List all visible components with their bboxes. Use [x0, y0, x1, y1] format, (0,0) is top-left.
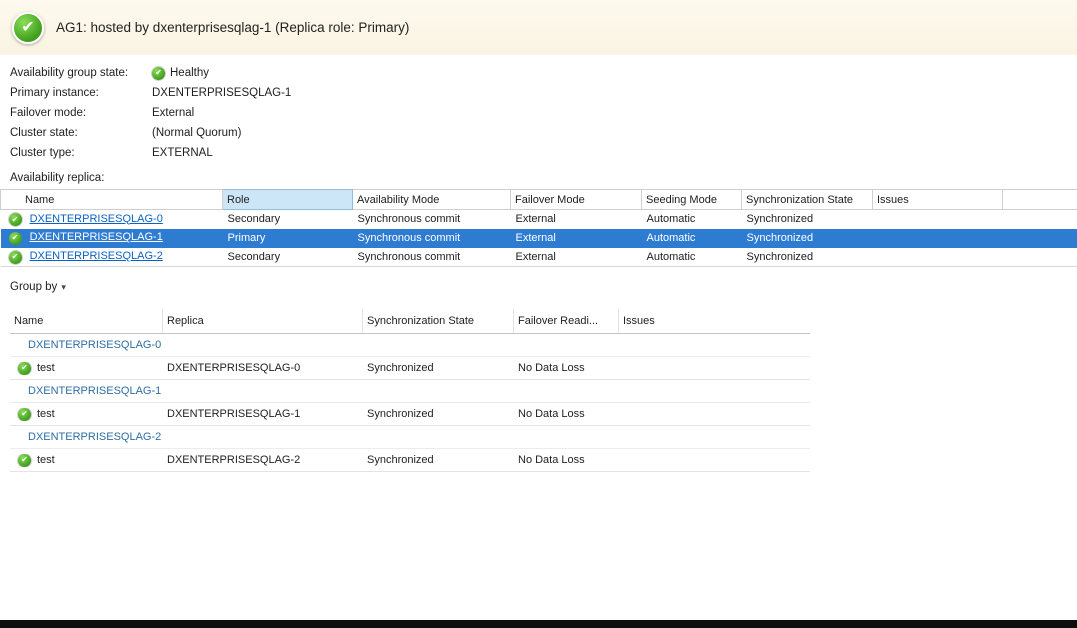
database-sync-state: Synchronized: [363, 454, 514, 466]
summary-value: (Normal Quorum): [152, 127, 241, 139]
replica-issues: [873, 210, 1003, 229]
replica-role: Primary: [223, 229, 353, 248]
ok-status-icon: ✔: [9, 251, 22, 264]
summary-row: Cluster type: EXTERNAL: [10, 143, 1077, 163]
replica-role: Secondary: [223, 210, 353, 229]
database-name: test: [37, 362, 55, 374]
replica-name-link[interactable]: DXENTERPRISESQLAG-2: [30, 250, 163, 262]
replica-issues: [873, 248, 1003, 267]
group-header-row[interactable]: DXENTERPRISESQLAG-1: [10, 380, 810, 403]
replica-failover-mode: External: [511, 229, 642, 248]
column-header-synchronization-state[interactable]: Synchronization State: [742, 190, 873, 210]
replica-availability-mode: Synchronous commit: [353, 210, 511, 229]
summary-value: EXTERNAL: [152, 147, 213, 159]
replica-availability-mode: Synchronous commit: [353, 248, 511, 267]
column-header-filler: [1003, 190, 1077, 210]
row-filler: [1003, 210, 1077, 229]
database-row[interactable]: ✔ test DXENTERPRISESQLAG-1 Synchronized …: [10, 403, 810, 426]
group-header-row[interactable]: DXENTERPRISESQLAG-2: [10, 426, 810, 449]
group-by-label: Group by: [10, 281, 57, 293]
database-grid: Name Replica Synchronization State Failo…: [10, 309, 810, 472]
column-header-role[interactable]: Role: [223, 190, 353, 210]
summary-label: Cluster type:: [10, 147, 146, 159]
database-grid-header: Name Replica Synchronization State Failo…: [10, 309, 810, 334]
replica-name-link[interactable]: DXENTERPRISESQLAG-0: [30, 213, 163, 225]
database-replica: DXENTERPRISESQLAG-1: [163, 408, 363, 420]
replica-failover-mode: External: [511, 210, 642, 229]
database-failover-readiness: No Data Loss: [514, 454, 619, 466]
replica-seeding-mode: Automatic: [642, 229, 742, 248]
summary-label: Cluster state:: [10, 127, 146, 139]
replica-availability-mode: Synchronous commit: [353, 229, 511, 248]
healthy-check-icon: ✔: [152, 67, 165, 80]
database-name: test: [37, 408, 55, 420]
replica-row[interactable]: ✔ DXENTERPRISESQLAG-2 Secondary Synchron…: [1, 248, 1077, 267]
ok-status-icon: ✔: [18, 454, 31, 467]
summary-row: Failover mode: External: [10, 103, 1077, 123]
database-sync-state: Synchronized: [363, 408, 514, 420]
group-name: DXENTERPRISESQLAG-2: [10, 431, 810, 443]
replica-failover-mode: External: [511, 248, 642, 267]
column-header-replica[interactable]: Replica: [163, 309, 363, 333]
replica-seeding-mode: Automatic: [642, 210, 742, 229]
group-name: DXENTERPRISESQLAG-1: [10, 385, 810, 397]
summary-label: Availability group state:: [10, 67, 146, 79]
ok-status-icon: ✔: [18, 362, 31, 375]
column-header-issues[interactable]: Issues: [873, 190, 1003, 210]
summary-value: External: [152, 107, 194, 119]
page-title: AG1: hosted by dxenterprisesqlag-1 (Repl…: [56, 20, 409, 35]
column-header-failover-mode[interactable]: Failover Mode: [511, 190, 642, 210]
row-filler: [1003, 248, 1077, 267]
summary-panel: Availability group state: ✔ Healthy Prim…: [0, 55, 1077, 163]
replica-row[interactable]: ✔ DXENTERPRISESQLAG-0 Secondary Synchron…: [1, 210, 1077, 229]
ok-status-icon: ✔: [9, 213, 22, 226]
column-header-synchronization-state[interactable]: Synchronization State: [363, 309, 514, 333]
database-name: test: [37, 454, 55, 466]
summary-row: Cluster state: (Normal Quorum): [10, 123, 1077, 143]
ok-status-icon: ✔: [9, 232, 22, 245]
group-header-row[interactable]: DXENTERPRISESQLAG-0: [10, 334, 810, 357]
chevron-down-icon: ▾: [61, 282, 66, 293]
summary-row: Availability group state: ✔ Healthy: [10, 63, 1077, 83]
database-replica: DXENTERPRISESQLAG-2: [163, 454, 363, 466]
summary-row: Primary instance: DXENTERPRISESQLAG-1: [10, 83, 1077, 103]
row-filler: [1003, 229, 1077, 248]
replica-seeding-mode: Automatic: [642, 248, 742, 267]
column-header-availability-mode[interactable]: Availability Mode: [353, 190, 511, 210]
replica-table-header-row: Name Role Availability Mode Failover Mod…: [1, 190, 1077, 210]
replica-sync-state: Synchronized: [742, 229, 873, 248]
ag-dashboard: ✔ AG1: hosted by dxenterprisesqlag-1 (Re…: [0, 0, 1077, 628]
replica-issues: [873, 229, 1003, 248]
column-header-failover-readiness[interactable]: Failover Readi...: [514, 309, 619, 333]
group-by-dropdown[interactable]: Group by ▾: [10, 281, 66, 293]
database-row[interactable]: ✔ test DXENTERPRISESQLAG-2 Synchronized …: [10, 449, 810, 472]
summary-label: Primary instance:: [10, 87, 146, 99]
database-failover-readiness: No Data Loss: [514, 408, 619, 420]
ok-status-icon: ✔: [18, 408, 31, 421]
availability-replica-table: Name Role Availability Mode Failover Mod…: [0, 189, 1077, 267]
database-row[interactable]: ✔ test DXENTERPRISESQLAG-0 Synchronized …: [10, 357, 810, 380]
column-header-issues[interactable]: Issues: [619, 309, 810, 333]
replica-sync-state: Synchronized: [742, 210, 873, 229]
availability-replica-label: Availability replica:: [10, 172, 1077, 184]
column-header-name[interactable]: Name: [1, 190, 223, 210]
replica-row-selected[interactable]: ✔ DXENTERPRISESQLAG-1 Primary Synchronou…: [1, 229, 1077, 248]
database-sync-state: Synchronized: [363, 362, 514, 374]
replica-sync-state: Synchronized: [742, 248, 873, 267]
healthy-check-icon: ✔: [12, 12, 44, 44]
replica-name-link[interactable]: DXENTERPRISESQLAG-1: [30, 231, 163, 243]
summary-value: DXENTERPRISESQLAG-1: [152, 87, 291, 99]
database-replica: DXENTERPRISESQLAG-0: [163, 362, 363, 374]
column-header-seeding-mode[interactable]: Seeding Mode: [642, 190, 742, 210]
dashboard-header: ✔ AG1: hosted by dxenterprisesqlag-1 (Re…: [0, 0, 1077, 55]
summary-value: Healthy: [170, 67, 209, 79]
summary-label: Failover mode:: [10, 107, 146, 119]
database-failover-readiness: No Data Loss: [514, 362, 619, 374]
replica-role: Secondary: [223, 248, 353, 267]
taskbar-strip: [0, 620, 1077, 628]
column-header-name[interactable]: Name: [10, 309, 163, 333]
group-name: DXENTERPRISESQLAG-0: [10, 339, 810, 351]
